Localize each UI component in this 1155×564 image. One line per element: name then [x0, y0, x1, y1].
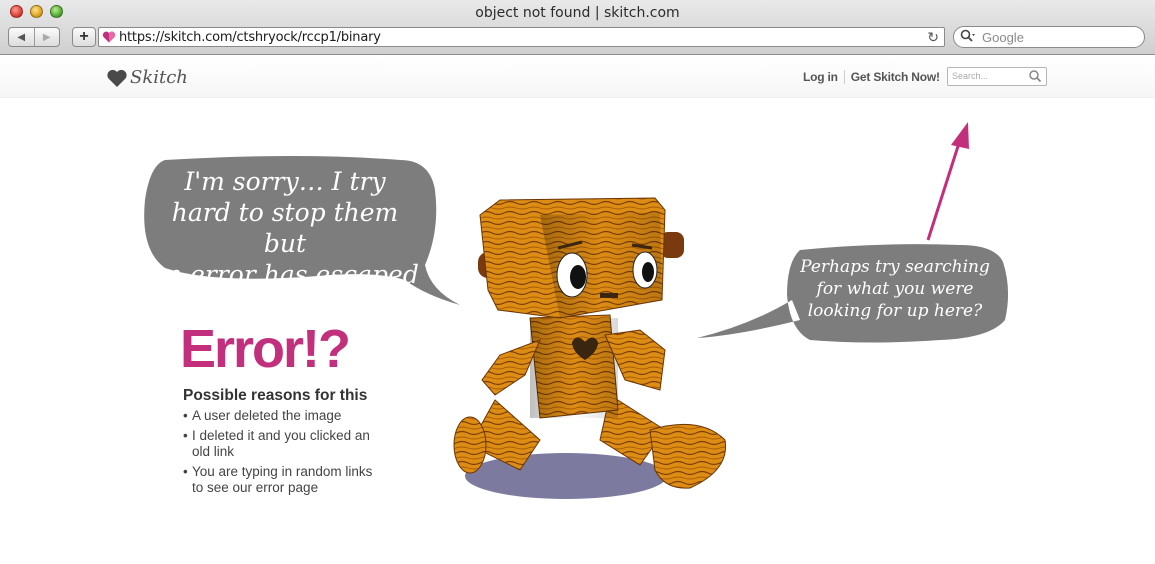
speech-bubble-left-text: I'm sorry… I try hard to stop them but a…: [150, 166, 420, 290]
list-item: • I deleted it and you clicked an old li…: [183, 428, 383, 460]
list-item: • A user deleted the image: [183, 408, 383, 424]
bubble-left-line: an error has escaped: [151, 260, 419, 289]
arrow-to-search-icon: [926, 122, 969, 241]
bullet: •: [183, 464, 188, 479]
reasons-heading: Possible reasons for this: [183, 387, 368, 404]
list-item: • You are typing in random links to see …: [183, 464, 383, 496]
wooden-robot-character: [453, 197, 727, 489]
bubble-left-line: hard to stop them but: [171, 198, 399, 258]
bubble-right-line: for what you were: [816, 279, 974, 299]
reason-text: A user deleted the image: [192, 408, 342, 423]
bullet: •: [183, 408, 188, 423]
error-title: Error!?: [180, 319, 351, 379]
bubble-right-line: Perhaps try searching: [800, 257, 990, 277]
bubble-left-line: I'm sorry… I try: [184, 167, 386, 196]
reason-text: You are typing in random links to see ou…: [192, 464, 373, 495]
reason-text: I deleted it and you clicked an old link: [192, 428, 370, 459]
speech-bubble-right-text: Perhaps try searching for what you were …: [790, 256, 1000, 322]
reasons-list: • A user deleted the image • I deleted i…: [183, 408, 383, 500]
bubble-right-line: looking for up here?: [807, 301, 983, 321]
bullet: •: [183, 428, 188, 443]
